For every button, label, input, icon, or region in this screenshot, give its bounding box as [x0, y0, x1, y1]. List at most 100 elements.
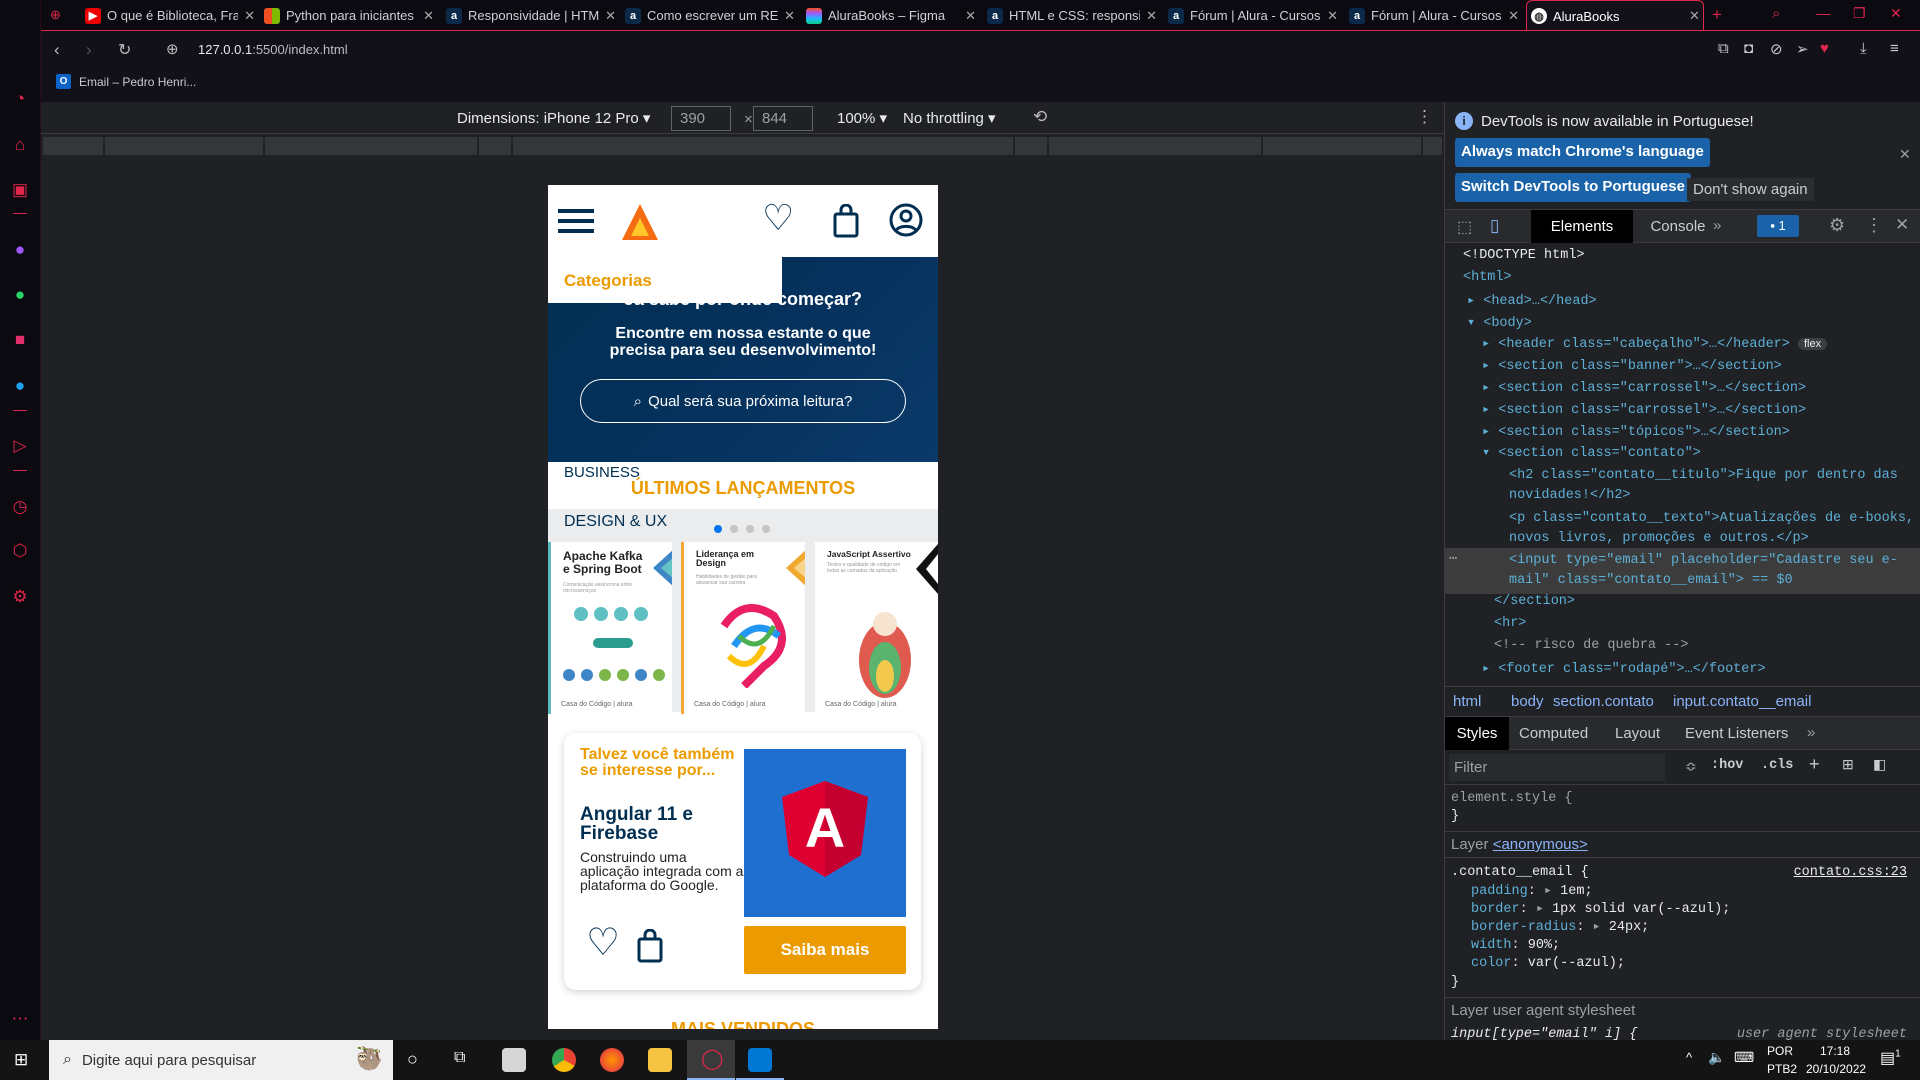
close-tab-icon[interactable]: ✕: [1689, 8, 1700, 24]
windows-start-icon[interactable]: ⊞: [14, 1050, 28, 1070]
close-tab-icon[interactable]: ✕: [1146, 8, 1157, 24]
player-icon[interactable]: ▷: [9, 435, 31, 457]
whatsapp-icon[interactable]: ●: [9, 284, 31, 306]
download-icon[interactable]: ⤓: [1860, 40, 1867, 57]
book-card[interactable]: Apache Kafka e Spring Boot Comunicação a…: [548, 542, 672, 714]
dom-node[interactable]: <hr>: [1494, 616, 1526, 631]
breadcrumb-item[interactable]: html: [1453, 693, 1481, 710]
breadcrumb-item[interactable]: input.contato__email: [1673, 693, 1811, 710]
dom-node[interactable]: ▾ <section class="contato">: [1482, 444, 1701, 461]
throttling-select[interactable]: No throttling ▾: [903, 109, 996, 127]
tab-styles[interactable]: Styles: [1445, 717, 1509, 750]
back-icon[interactable]: ‹: [54, 40, 60, 60]
clock-time[interactable]: 17:18: [1820, 1044, 1850, 1058]
carousel-dot[interactable]: [746, 525, 754, 533]
tab-alurabooks-active[interactable]: ◍ AluraBooks ✕: [1526, 0, 1704, 31]
breadcrumb-item[interactable]: body: [1511, 693, 1544, 710]
close-window-icon[interactable]: ✕: [1890, 5, 1902, 22]
zoom-select[interactable]: 100% ▾: [837, 109, 887, 127]
dom-node[interactable]: ▸ <section class="banner">…</section>: [1482, 357, 1782, 374]
dom-node[interactable]: <!DOCTYPE html>: [1463, 248, 1585, 263]
user-account-icon[interactable]: [889, 203, 923, 237]
twitter-icon[interactable]: ●: [9, 375, 31, 397]
clock-date[interactable]: 20/10/2022: [1806, 1062, 1866, 1076]
keyboard-layout[interactable]: PTB2: [1767, 1062, 1797, 1076]
css-property[interactable]: border-radius: ▸ 24px;: [1471, 919, 1730, 937]
height-input[interactable]: 844: [753, 106, 813, 131]
css-property[interactable]: padding: ▸ 1em;: [1471, 883, 1730, 901]
css-property[interactable]: border: ▸ 1px solid var(--azul);: [1471, 901, 1730, 919]
new-rule-icon[interactable]: +: [1809, 754, 1820, 775]
site-info-globe-icon[interactable]: ⊕: [166, 40, 179, 58]
taskbar-search-input[interactable]: ⌕ Digite aqui para pesquisar 🦥: [49, 1040, 393, 1080]
tab-1[interactable]: Python para iniciantes - ✕: [264, 0, 434, 31]
search-tabs-icon[interactable]: ⌕: [1772, 5, 1780, 22]
issues-badge[interactable]: ▪ 1: [1757, 215, 1799, 237]
vscode-taskbar-item[interactable]: [736, 1040, 784, 1080]
sidebar-toggle-icon[interactable]: ◧: [1873, 756, 1886, 773]
instagram-icon[interactable]: ■: [9, 329, 31, 351]
search-input[interactable]: ⌕ Qual será sua próxima leitura?: [580, 379, 906, 423]
hamburger-menu-icon[interactable]: [558, 209, 594, 233]
cortana-icon[interactable]: ○: [407, 1049, 418, 1070]
url-field[interactable]: 127.0.0.1:5500/index.html: [198, 42, 348, 57]
close-tab-icon[interactable]: ✕: [423, 8, 434, 24]
tab-event-listeners[interactable]: Event Listeners: [1685, 725, 1788, 742]
dom-comment[interactable]: <!-- risco de quebra -->: [1494, 638, 1688, 653]
always-match-language-button[interactable]: Always match Chrome's language: [1455, 138, 1710, 167]
dom-node[interactable]: ▸ <section class="tópicos">…</section>: [1482, 423, 1790, 440]
camera-icon[interactable]: ◘: [1744, 40, 1753, 57]
dont-show-again-button[interactable]: Don't show again: [1687, 178, 1814, 201]
file-explorer-icon[interactable]: [648, 1048, 672, 1072]
categories-menu[interactable]: Categorias: [548, 257, 782, 303]
dom-node[interactable]: ▸ <section class="carrossel">…</section>: [1482, 401, 1806, 418]
opera-taskbar-item[interactable]: ◯: [687, 1040, 735, 1080]
snapshot-icon[interactable]: ⧉: [1718, 40, 1729, 57]
dom-node[interactable]: <h2 class="contato__titulo">Fique por de…: [1509, 466, 1917, 506]
close-tab-icon[interactable]: ✕: [244, 8, 255, 24]
tab-2[interactable]: a Responsividade | HTML ✕: [446, 0, 616, 31]
forward-icon[interactable]: ›: [86, 40, 92, 60]
element-style-rule[interactable]: element.style {: [1451, 791, 1573, 806]
notifications-icon[interactable]: ▤1: [1880, 1048, 1901, 1068]
cls-toggle[interactable]: .cls: [1761, 758, 1793, 773]
layer-link[interactable]: <anonymous>: [1493, 836, 1588, 853]
tab-elements[interactable]: Elements: [1531, 210, 1633, 243]
flex-badge[interactable]: flex: [1798, 338, 1828, 350]
settings-gear-icon[interactable]: ⚙: [9, 586, 31, 608]
volume-icon[interactable]: 🔈: [1708, 1049, 1725, 1066]
firefox-icon[interactable]: [600, 1048, 624, 1072]
more-tabs-icon[interactable]: »: [1807, 724, 1815, 741]
heart-icon[interactable]: ♥: [1820, 40, 1829, 57]
favorites-heart-icon[interactable]: ♡: [762, 197, 794, 239]
tab-layout[interactable]: Layout: [1615, 725, 1660, 742]
language-indicator[interactable]: POR: [1767, 1044, 1793, 1058]
width-input[interactable]: 390: [671, 106, 731, 131]
tab-console[interactable]: Console: [1635, 210, 1721, 243]
close-devtools-icon[interactable]: ✕: [1895, 215, 1909, 235]
tab-computed[interactable]: Computed: [1519, 725, 1588, 742]
dom-tree[interactable]: <!DOCTYPE html> <html> ▸ <head>…</head> …: [1445, 244, 1920, 682]
kebab-menu-icon[interactable]: ⋮: [1865, 215, 1883, 236]
extensions-cube-icon[interactable]: ⬡: [9, 540, 31, 562]
rotate-icon[interactable]: ⟲: [1033, 107, 1047, 127]
inspect-element-icon[interactable]: ⬚: [1457, 217, 1472, 237]
history-icon[interactable]: ◷: [9, 496, 31, 518]
python-file-icon[interactable]: [502, 1048, 526, 1072]
easy-setup-icon[interactable]: ≡: [1890, 40, 1899, 57]
dom-node[interactable]: ▸ <head>…</head>: [1467, 292, 1597, 309]
alurabooks-logo-icon[interactable]: [620, 202, 660, 242]
dom-node[interactable]: ▸ <section class="carrossel">…</section>: [1482, 379, 1806, 396]
device-select[interactable]: Dimensions: iPhone 12 Pro ▾: [457, 109, 650, 127]
css-property[interactable]: color: var(--azul);: [1471, 955, 1730, 973]
more-options-icon[interactable]: ⋮: [1416, 107, 1433, 127]
carousel-dot-active[interactable]: [714, 525, 722, 533]
dom-node-selected[interactable]: <input type="email" placeholder="Cadastr…: [1509, 551, 1917, 591]
adblock-icon[interactable]: ⊘: [1770, 40, 1783, 58]
dom-node[interactable]: <html>: [1463, 270, 1512, 285]
gx-controller-icon[interactable]: ⊕: [50, 7, 61, 23]
learn-more-button[interactable]: Saiba mais: [744, 926, 906, 974]
node-actions-icon[interactable]: ⋯: [1449, 550, 1457, 567]
settings-gear-icon[interactable]: ⚙: [1829, 215, 1845, 236]
toggle-properties-icon[interactable]: ≎: [1685, 758, 1697, 775]
